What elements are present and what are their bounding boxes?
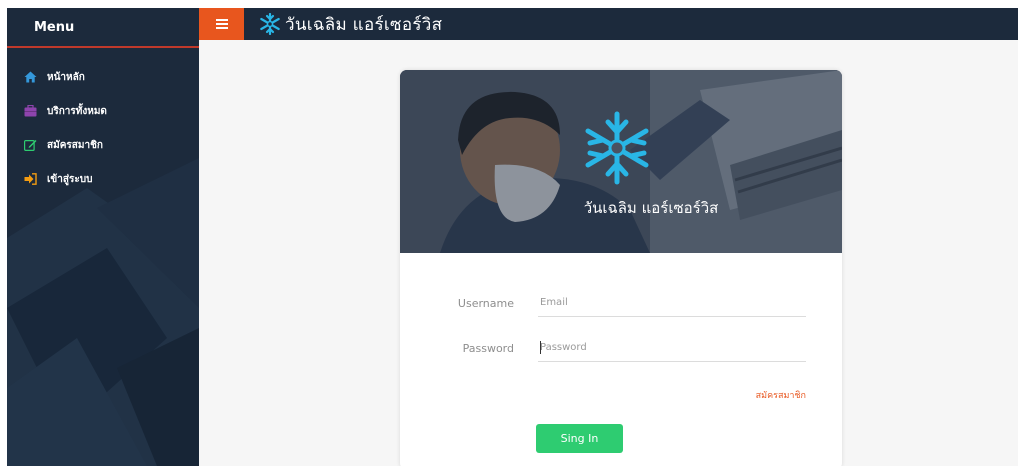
sidebar-item-services[interactable]: บริการทั้งหมด [23,101,107,121]
password-label: Password [462,342,514,355]
username-label: Username [457,297,514,310]
login-card: วันเฉลิม แอร์เซอร์วิส Username Password … [400,70,842,466]
sidebar-title: Menu [7,8,199,48]
sidebar-item-label: หน้าหลัก [47,71,85,83]
hero-title: วันเฉลิม แอร์เซอร์วิส [583,199,719,217]
hero-banner: วันเฉลิม แอร์เซอร์วิส [400,70,842,253]
sidebar-item-login[interactable]: เข้าสู่ระบบ [23,169,92,189]
register-link[interactable]: สมัครสมาชิก [720,388,806,402]
text-cursor [540,341,541,354]
brand-name: วันเฉลิม แอร์เซอร์วิส [285,14,443,35]
sidebar-item-label: สมัครสมาชิก [47,139,103,151]
sign-in-icon [23,172,37,186]
app-frame: Menu หน้าหลัก บริการทั้งหมด สมัครสมาชิก … [7,8,1018,466]
menu-toggle-button[interactable] [199,8,244,40]
password-row: Password [400,334,842,364]
home-icon [23,70,37,84]
sidebar-item-label: เข้าสู่ระบบ [47,173,93,185]
password-input[interactable] [538,334,806,362]
hamburger-icon [215,19,228,29]
main-content: วันเฉลิม แอร์เซอร์วิส Username Password … [199,40,1018,466]
snowflake-logo-icon [260,13,280,35]
edit-icon [23,138,37,152]
sidebar: Menu หน้าหลัก บริการทั้งหมด สมัครสมาชิก … [7,8,199,466]
sidebar-item-home[interactable]: หน้าหลัก [23,67,85,87]
snowflake-logo-icon [585,111,649,185]
sidebar-item-register[interactable]: สมัครสมาชิก [23,135,103,155]
username-input[interactable] [538,289,806,317]
sidebar-item-label: บริการทั้งหมด [47,105,107,117]
username-row: Username [400,289,842,319]
sign-in-button[interactable]: Sing In [536,424,623,453]
top-navbar: วันเฉลิม แอร์เซอร์วิส [199,8,1018,40]
brand[interactable]: วันเฉลิม แอร์เซอร์วิส [259,11,442,37]
briefcase-icon [23,104,37,118]
